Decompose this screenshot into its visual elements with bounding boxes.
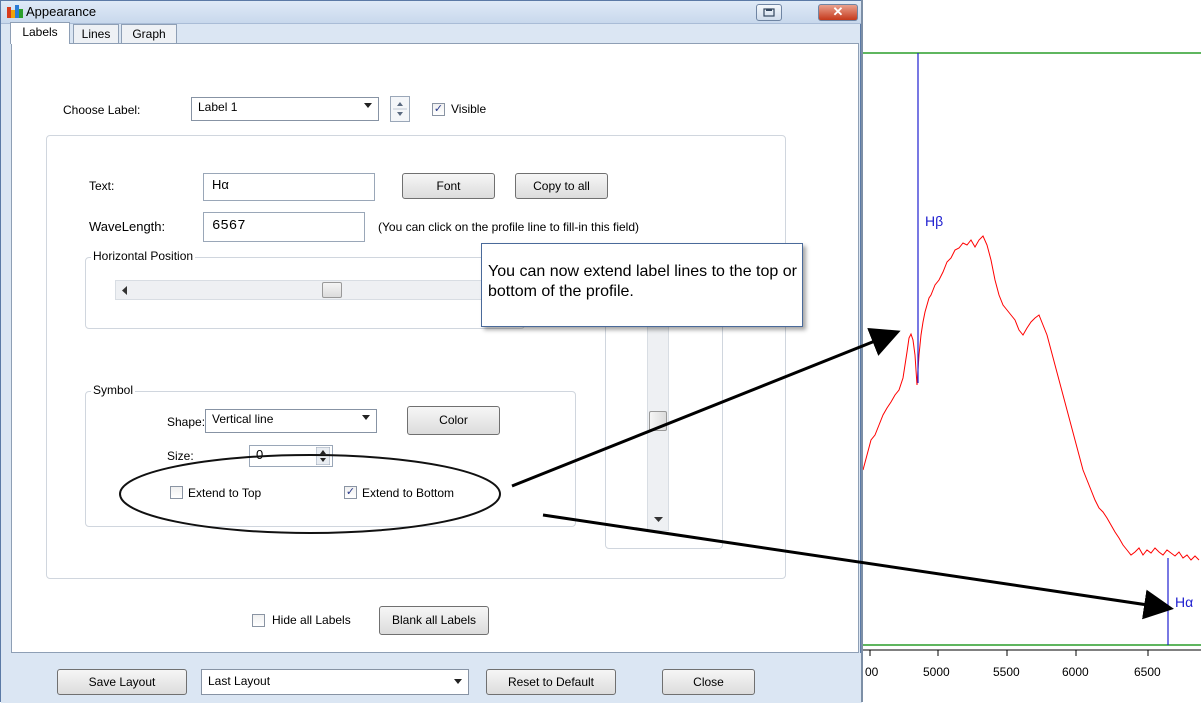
choose-label-select[interactable]: Label 1 <box>191 97 379 121</box>
profile-plot: 00 5000 5500 6000 6500 Hβ Hα <box>863 52 1201 679</box>
callout-note: You can now extend label lines to the to… <box>481 243 803 327</box>
font-button[interactable]: Font <box>402 173 495 199</box>
shape-label: Shape: <box>167 415 206 429</box>
scroll-left-icon <box>122 286 127 295</box>
choose-label-label: Choose Label: <box>63 103 141 117</box>
restore-button[interactable] <box>756 4 782 21</box>
x-tick-label: 5500 <box>993 665 1020 679</box>
horizontal-position-legend: Horizontal Position <box>91 249 196 263</box>
spin-arrows-icon <box>393 102 407 116</box>
symbol-legend: Symbol <box>91 383 136 397</box>
horizontal-position-thumb[interactable] <box>322 282 342 298</box>
color-button[interactable]: Color <box>407 406 500 435</box>
profile-graph[interactable]: 00 5000 5500 6000 6500 Hβ Hα <box>861 0 1201 702</box>
scroll-down-icon <box>654 517 663 522</box>
restore-icon <box>763 8 775 17</box>
extend-to-top-label: Extend to Top <box>188 486 262 500</box>
tab-lines[interactable]: Lines <box>73 24 119 43</box>
text-input[interactable]: Hα <box>203 173 375 201</box>
title-bar: Appearance ✕ <box>1 1 862 24</box>
wavelength-input[interactable]: 6567 <box>203 212 365 242</box>
visible-label: Visible <box>451 102 487 116</box>
close-button[interactable]: Close <box>662 669 755 695</box>
blank-all-labels-button[interactable]: Blank all Labels <box>379 606 489 635</box>
hbeta-label: Hβ <box>925 213 943 229</box>
text-label: Text: <box>89 179 115 193</box>
extend-to-top-checkbox[interactable] <box>170 486 183 499</box>
size-stepper[interactable]: 0 <box>249 445 333 467</box>
window-title: Appearance <box>26 4 97 19</box>
vertical-position-scrollbar[interactable] <box>647 321 669 531</box>
x-tick-label: 5000 <box>923 665 950 679</box>
halpha-label: Hα <box>1175 594 1193 610</box>
close-window-button[interactable]: ✕ <box>818 4 858 21</box>
wavelength-hint: (You can click on the profile line to fi… <box>378 220 640 234</box>
extend-to-bottom-label: Extend to Bottom <box>362 486 455 500</box>
wavelength-label: WaveLength: <box>89 219 166 234</box>
appearance-dialog: Appearance ✕ Labels Lines Graph Choose L… <box>0 0 862 703</box>
visible-checkbox[interactable]: ✓ <box>432 103 445 116</box>
reset-to-default-button[interactable]: Reset to Default <box>486 669 616 695</box>
x-tick-label: 6000 <box>1062 665 1089 679</box>
extend-to-bottom-checkbox[interactable]: ✓ <box>344 486 357 499</box>
chevron-down-icon <box>454 679 462 684</box>
size-value: 0 <box>256 447 264 462</box>
choose-label-value: Label 1 <box>198 100 238 114</box>
app-icon <box>7 5 23 18</box>
x-tick-label: 00 <box>865 665 879 679</box>
hide-all-labels-checkbox[interactable] <box>252 614 265 627</box>
shape-value: Vertical line <box>212 412 274 426</box>
x-tick-label: 6500 <box>1134 665 1161 679</box>
vertical-position-thumb[interactable] <box>649 411 667 431</box>
spin-arrows-icon <box>316 447 330 465</box>
chevron-down-icon <box>364 103 372 108</box>
tab-labels[interactable]: Labels <box>10 22 70 44</box>
copy-to-all-button[interactable]: Copy to all <box>515 173 608 199</box>
size-label: Size: <box>167 449 194 463</box>
label-spin-buttons[interactable] <box>390 96 410 122</box>
layout-value: Last Layout <box>208 674 271 688</box>
save-layout-button[interactable]: Save Layout <box>57 669 187 695</box>
hide-all-labels-label: Hide all Labels <box>272 613 351 627</box>
spectrum-profile-line <box>863 235 1200 561</box>
shape-select[interactable]: Vertical line <box>205 409 377 433</box>
chevron-down-icon <box>362 415 370 420</box>
tab-graph[interactable]: Graph <box>121 24 177 43</box>
close-icon: ✕ <box>832 4 844 19</box>
horizontal-position-scrollbar[interactable] <box>115 280 485 300</box>
layout-select[interactable]: Last Layout <box>201 669 469 695</box>
x-axis-ticks <box>869 650 1149 656</box>
